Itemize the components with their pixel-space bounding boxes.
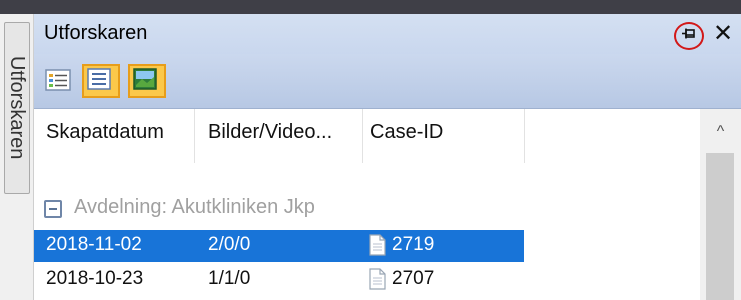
table-row[interactable]: 2018-11-02 2/0/0 2719 [34, 230, 524, 262]
details-view-button[interactable] [40, 64, 78, 98]
cell-media-count: 1/1/0 [208, 268, 251, 289]
scrollbar-thumb[interactable] [706, 153, 734, 300]
thumbnail-view-button[interactable] [128, 64, 166, 98]
document-icon [368, 234, 386, 262]
list-view-button[interactable] [82, 64, 120, 98]
cell-date: 2018-10-23 [46, 268, 144, 289]
group-label: Avdelning: Akutkliniken Jkp [74, 196, 315, 218]
column-header-media[interactable]: Bilder/Video... [208, 121, 332, 144]
window-top-edge [0, 0, 741, 14]
table-header: Skapatdatum Bilder/Video... Case-ID [34, 109, 741, 163]
document-icon [368, 268, 386, 296]
panel-title: Utforskaren [44, 22, 148, 44]
vertical-scrollbar[interactable]: ^ [700, 109, 741, 300]
pin-icon [681, 27, 697, 45]
scroll-up-arrow-icon[interactable]: ^ [700, 123, 741, 145]
pin-button[interactable] [674, 22, 704, 50]
column-divider[interactable] [194, 109, 195, 163]
close-icon: ✕ [712, 20, 734, 47]
group-row[interactable]: Avdelning: Akutkliniken Jkp [34, 196, 694, 230]
explorer-panel: Utforskaren ✕ Skapatdatum Bilder/Video..… [34, 14, 741, 300]
table-row[interactable]: 2018-10-23 1/1/0 2707 [34, 264, 524, 296]
cell-date: 2018-11-02 [46, 234, 142, 255]
side-tab-label: Utforskaren [6, 56, 28, 160]
column-divider[interactable] [524, 109, 525, 163]
panel-toolbar [34, 54, 741, 109]
collapse-icon[interactable] [44, 200, 62, 218]
panel-titlebar: Utforskaren ✕ [34, 14, 741, 54]
cell-case-id: 2719 [392, 234, 435, 255]
cell-case-id: 2707 [392, 268, 435, 289]
close-button[interactable]: ✕ [710, 20, 736, 48]
column-divider[interactable] [362, 109, 363, 163]
column-header-date[interactable]: Skapatdatum [46, 121, 164, 144]
cell-media-count: 2/0/0 [208, 234, 251, 255]
side-tab-utforskaren[interactable]: Utforskaren [4, 22, 30, 194]
side-tab-strip: Utforskaren [0, 14, 34, 300]
column-header-case-id[interactable]: Case-ID [370, 121, 443, 144]
